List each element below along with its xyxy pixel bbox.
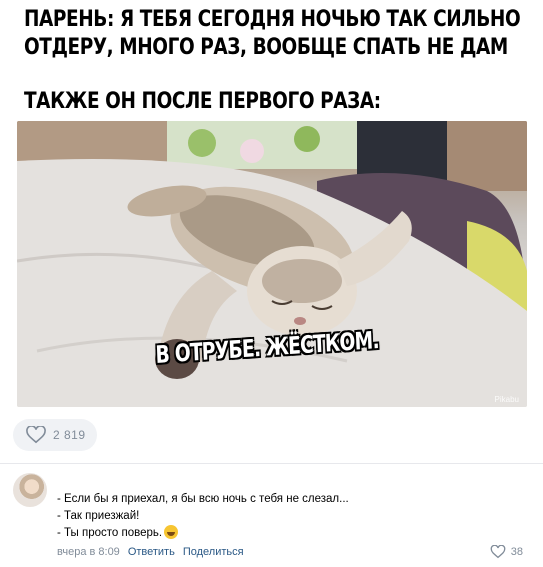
pillow-flower	[240, 139, 264, 163]
commenter-avatar[interactable]	[13, 473, 47, 507]
comment-like-button[interactable]: 38	[490, 545, 523, 559]
cat-head-stripes	[262, 259, 342, 303]
comment-line-2: - Так приезжай!	[57, 510, 140, 522]
reply-link[interactable]: Ответить	[128, 546, 175, 558]
background-wall	[447, 121, 527, 191]
sleeping-cat-illustration	[17, 121, 527, 407]
pillow-flower	[294, 126, 320, 152]
heart-icon	[26, 426, 46, 444]
comment-line-3-text: - Ты просто поверь.	[57, 527, 163, 539]
headline-line-1: ПАРЕНЬ: Я ТЕБЯ СЕГОДНЯ НОЧЬЮ ТАК СИЛЬНО	[24, 7, 521, 32]
rolling-laughing-emoji-icon	[164, 525, 179, 539]
post-image[interactable]: В ОТРУБЕ. ЖЁСТКОМ. Pikabu	[17, 121, 527, 407]
cat-nose	[294, 317, 306, 325]
post-subheadline: ТАКЖЕ ОН ПОСЛЕ ПЕРВОГО РАЗА:	[24, 89, 381, 114]
comment-time[interactable]: вчера в 8:09	[57, 546, 120, 558]
post-like-count: 2 819	[53, 428, 86, 442]
heart-icon	[490, 545, 506, 559]
comment-line-3: - Ты просто поверь.	[57, 525, 349, 542]
post-headline: ПАРЕНЬ: Я ТЕБЯ СЕГОДНЯ НОЧЬЮ ТАК СИЛЬНО …	[24, 6, 521, 62]
comment-like-count: 38	[510, 546, 523, 558]
comment-text: - Если бы я приехал, я бы всю ночь с теб…	[57, 491, 349, 542]
comments-divider	[0, 463, 543, 464]
pillow-flower	[188, 129, 216, 157]
headline-line-2: ОТДЕРУ, МНОГО РАЗ, ВООБЩЕ СПАТЬ НЕ ДАМ	[24, 35, 508, 60]
comment-meta: вчера в 8:09 Ответить Поделиться	[57, 546, 244, 558]
comment-line-1: - Если бы я приехал, я бы всю ночь с теб…	[57, 493, 349, 505]
dark-chair	[357, 121, 447, 181]
share-link[interactable]: Поделиться	[183, 546, 244, 558]
post-like-button[interactable]: 2 819	[13, 419, 97, 451]
image-watermark: Pikabu	[494, 395, 519, 404]
